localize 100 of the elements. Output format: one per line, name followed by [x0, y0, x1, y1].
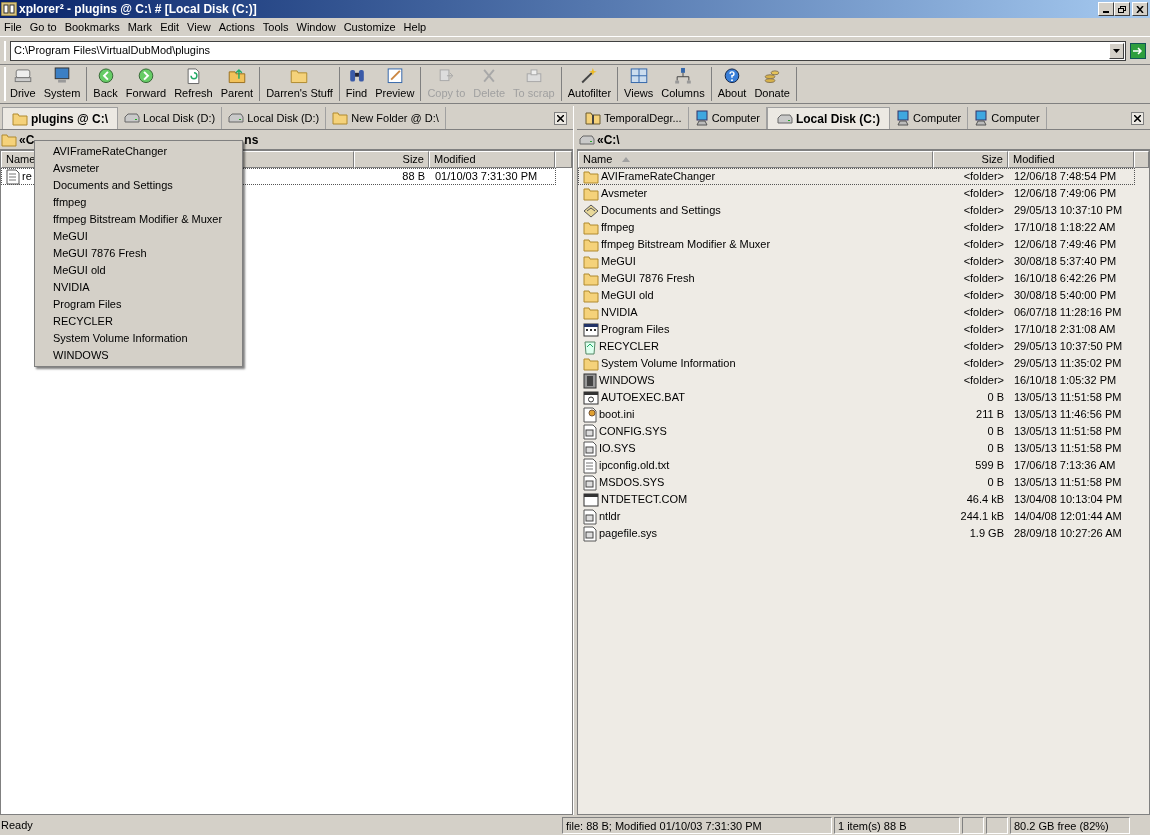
file-name: Program Files — [601, 322, 670, 338]
menu-item[interactable]: File — [0, 18, 26, 36]
file-modified: 30/08/18 5:37:40 PM — [1013, 254, 1118, 270]
file-row[interactable]: ntldr 244.1 kB 14/04/08 12:01:44 AM — [578, 508, 1135, 525]
breadcrumb-path[interactable]: «C:\ — [597, 130, 620, 149]
column-header[interactable]: Modified — [1008, 151, 1134, 168]
file-row[interactable]: NTDETECT.COM 46.4 kB 13/04/08 10:13:04 PM — [578, 491, 1135, 508]
file-row[interactable]: AVIFrameRateChanger <folder> 12/06/18 7:48:54 PM — [578, 168, 1135, 185]
pane-tab[interactable]: Computer — [688, 107, 767, 129]
file-modified: 12/06/18 7:49:46 PM — [1013, 237, 1118, 253]
pane-tab[interactable]: plugins @ C:\ — [2, 107, 119, 129]
file-row[interactable]: MeGUI 7876 Fresh <folder> 16/10/18 6:42:26 PM — [578, 270, 1135, 287]
pane-tab[interactable]: Local Disk (D:) — [118, 107, 223, 129]
toolbar-button[interactable]: Donate — [750, 67, 794, 101]
menu-item[interactable]: Help — [399, 18, 431, 36]
dropdown-button[interactable] — [1109, 42, 1124, 59]
file-row[interactable]: boot.ini 211 B 13/05/13 11:46:56 PM — [578, 406, 1135, 423]
toolbar-button[interactable]: Find — [341, 67, 372, 101]
toolbar-button[interactable]: Drive — [6, 67, 40, 101]
close-button[interactable] — [1132, 2, 1148, 16]
toolbar-button[interactable]: Parent — [216, 67, 258, 101]
status-panel — [962, 816, 984, 834]
file-row[interactable]: NVIDIA <folder> 06/07/18 11:28:16 PM — [578, 304, 1135, 321]
pane-tab[interactable]: New Folder @ D:\ — [326, 107, 446, 129]
toolbar-button[interactable]: Columns — [657, 67, 709, 101]
popup-menu-item[interactable]: WINDOWS — [35, 347, 242, 364]
folder-icon — [583, 288, 599, 303]
popup-menu-item[interactable]: ffmpeg — [35, 194, 242, 211]
toolbar-button[interactable]: Forward — [121, 67, 171, 101]
application-window-icon — [583, 492, 599, 507]
toolbar-button[interactable]: Darren's Stuff — [262, 67, 337, 101]
toolbar-button[interactable]: Views — [620, 67, 658, 101]
popup-menu-item[interactable]: MeGUI old — [35, 262, 242, 279]
popup-menu-item[interactable]: ffmpeg Bitstream Modifier & Muxer — [35, 211, 242, 228]
minimize-button[interactable] — [1098, 2, 1114, 16]
file-row[interactable]: WINDOWS <folder> 16/10/18 1:05:32 PM — [578, 372, 1135, 389]
column-header[interactable]: Modified — [429, 151, 555, 168]
popup-menu-item[interactable]: RECYCLER — [35, 313, 242, 330]
file-modified: 29/05/13 10:37:10 PM — [1013, 203, 1124, 219]
popup-menu-item[interactable]: AVIFrameRateChanger — [35, 143, 242, 160]
file-row[interactable]: CONFIG.SYS 0 B 13/05/13 11:51:58 PM — [578, 423, 1135, 440]
file-size: <folder> — [962, 288, 1005, 304]
file-row[interactable]: MeGUI <folder> 30/08/18 5:37:40 PM — [578, 253, 1135, 270]
file-row[interactable]: ffmpeg Bitstream Modifier & Muxer <folder> 12/06/18 7:49:46 PM — [578, 236, 1135, 253]
breadcrumb-path[interactable]: ns — [244, 130, 259, 149]
menu-item[interactable]: Edit — [156, 18, 184, 36]
toolbar-button[interactable]: Back — [89, 67, 122, 101]
file-row[interactable]: Avsmeter <folder> 12/06/18 7:49:06 PM — [578, 185, 1135, 202]
close-pane-button[interactable] — [1131, 112, 1144, 125]
toolbar-button[interactable]: Autofilter — [563, 67, 616, 101]
file-row[interactable]: RECYCLER <folder> 29/05/13 10:37:50 PM — [578, 338, 1135, 355]
menu-item[interactable]: Actions — [214, 18, 259, 36]
pane-tab[interactable]: Local Disk (C:) — [766, 107, 890, 129]
menu-item[interactable]: Tools — [258, 18, 293, 36]
pane-tab[interactable]: TemporalDegr... — [579, 107, 689, 129]
go-button[interactable] — [1130, 42, 1146, 59]
pane-tab[interactable]: Computer — [889, 107, 969, 129]
folder-icon — [1, 132, 17, 147]
file-row[interactable]: AUTOEXEC.BAT 0 B 13/05/13 11:51:58 PM — [578, 389, 1135, 406]
file-row[interactable]: ffmpeg <folder> 17/10/18 1:18:22 AM — [578, 219, 1135, 236]
popup-menu-item[interactable]: Program Files — [35, 296, 242, 313]
file-row[interactable]: System Volume Information <folder> 29/05/13 11:35:02 PM — [578, 355, 1135, 372]
pane-tab[interactable]: Local Disk (D:) — [222, 107, 327, 129]
toolbar-button[interactable]: Refresh — [170, 67, 217, 101]
toolbar-button[interactable]: About — [713, 67, 751, 101]
caret-icon — [1113, 48, 1120, 53]
address-field[interactable]: C:\Program Files\VirtualDubMod\plugins — [10, 40, 1126, 61]
folder-icon — [583, 305, 599, 320]
pane-tab[interactable]: Computer — [968, 107, 1047, 129]
popup-menu-item[interactable]: NVIDIA — [35, 279, 242, 296]
column-header[interactable]: Name — [578, 151, 933, 168]
file-row[interactable]: Program Files <folder> 17/10/18 2:31:08 AM — [578, 321, 1135, 338]
file-name: pagefile.sys — [599, 526, 658, 542]
menu-item[interactable]: Go to — [25, 18, 61, 36]
file-row[interactable]: pagefile.sys 1.9 GB 28/09/18 10:27:26 AM — [578, 525, 1135, 542]
file-row[interactable]: MSDOS.SYS 0 B 13/05/13 11:51:58 PM — [578, 474, 1135, 491]
close-pane-button[interactable] — [554, 112, 567, 125]
file-row[interactable]: IO.SYS 0 B 13/05/13 11:51:58 PM — [578, 440, 1135, 457]
file-row[interactable]: ipconfig.old.txt 599 B 17/06/18 7:13:36 AM — [578, 457, 1135, 474]
menu-item[interactable]: Customize — [339, 18, 400, 36]
file-modified: 13/05/13 11:51:58 PM — [1013, 424, 1123, 440]
popup-menu-item[interactable]: MeGUI — [35, 228, 242, 245]
file-name: MeGUI old — [601, 288, 654, 304]
menu-item[interactable]: View — [183, 18, 215, 36]
address-input[interactable]: C:\Program Files\VirtualDubMod\plugins — [11, 42, 1109, 59]
column-header[interactable]: Size — [933, 151, 1008, 168]
menu-item[interactable]: Bookmarks — [60, 18, 124, 36]
file-row[interactable]: MeGUI old <folder> 30/08/18 5:40:00 PM — [578, 287, 1135, 304]
menu-item[interactable]: Mark — [123, 18, 157, 36]
restore-button[interactable] — [1114, 2, 1130, 16]
file-size: 244.1 kB — [959, 509, 1005, 525]
breadcrumb-path[interactable]: «C — [19, 130, 35, 149]
file-row[interactable]: Documents and Settings <folder> 29/05/13 10:37:10 PM — [578, 202, 1135, 219]
toolbar-button[interactable]: Preview — [371, 67, 419, 101]
menu-item[interactable]: Window — [292, 18, 340, 36]
settings-folder-icon — [583, 203, 599, 218]
popup-menu-item[interactable]: MeGUI 7876 Fresh — [35, 245, 242, 262]
toolbar-button[interactable]: System — [39, 67, 85, 101]
popup-menu-item[interactable]: System Volume Information — [35, 330, 242, 347]
column-header[interactable]: Size — [354, 151, 429, 168]
